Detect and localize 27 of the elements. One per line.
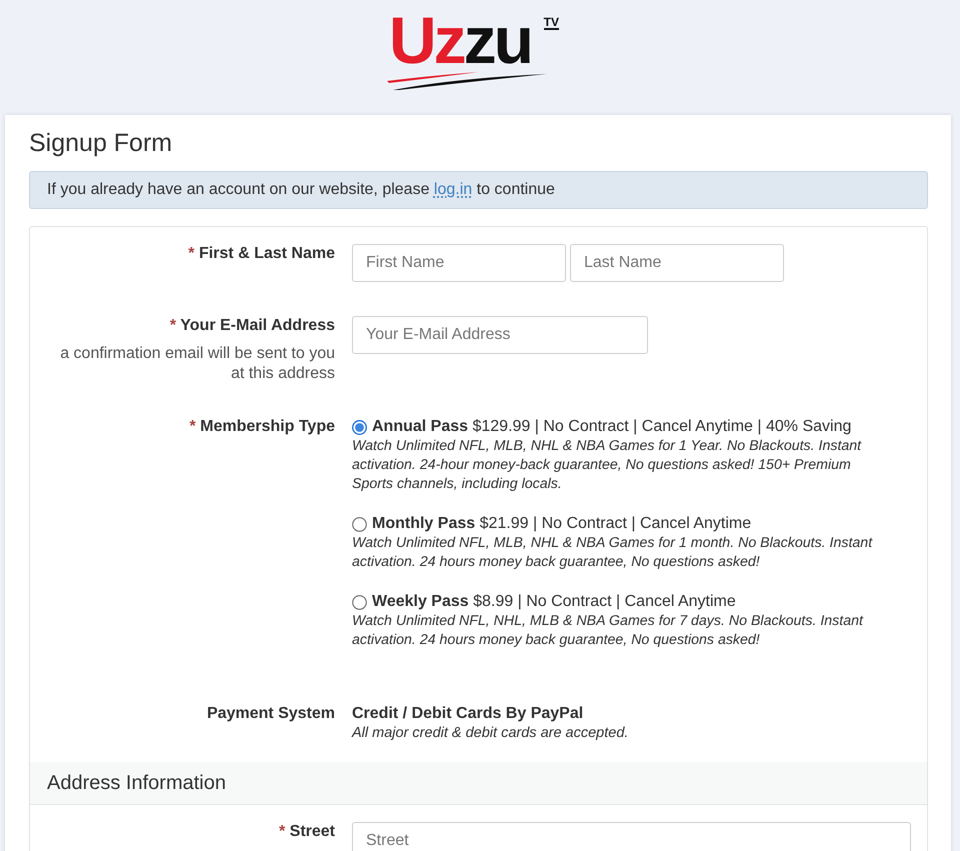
option-label[interactable]: Annual Pass $129.99 | No Contract | Cancel Anytime | 40% Saving — [372, 417, 852, 437]
radio-button[interactable] — [352, 420, 367, 434]
field-value: Credit / Debit Cards By PayPal — [352, 704, 584, 724]
option-description: Watch Unlimited NFL, MLB, NHL & NBA Games for 1 Year. No Blackouts. Instant activation. 24-hour money-back guarantee, No questions asked! 150+ Premium Sports channels, including locals. — [352, 437, 862, 494]
field-label: * First & Last Name — [187, 244, 335, 264]
logo-badge-text: TV — [544, 16, 559, 30]
field-label: * Your E-Mail Address — [168, 316, 335, 336]
radio-button[interactable] — [352, 516, 367, 532]
text-input-field[interactable]: First Name — [352, 244, 566, 282]
logo-wordmark: Uzzu — [389, 10, 531, 70]
text-input-field[interactable]: Your E-Mail Address — [352, 316, 648, 354]
text-input-field[interactable]: Last Name — [570, 244, 784, 282]
page-title: Signup Form — [29, 128, 174, 158]
field-label: * Street — [278, 822, 335, 842]
field-hint: a confirmation email will be sent to you at this address — [59, 344, 335, 383]
option-label[interactable]: Weekly Pass $8.99 | No Contract | Cancel Anytime — [372, 592, 736, 612]
field-label: Payment System — [206, 704, 335, 724]
option-description: Watch Unlimited NFL, MLB, NHL & NBA Games for 1 month. No Blackouts. Instant activation. 24 hours money back guarantee, No questions asked! — [352, 534, 874, 572]
text-input-field[interactable]: Street — [352, 822, 911, 851]
radio-button[interactable] — [352, 594, 367, 610]
field-label: * Membership Type — [188, 417, 335, 437]
swoosh-icon — [387, 72, 547, 90]
option-label[interactable]: Monthly Pass $21.99 | No Contract | Cancel Anytime — [372, 514, 752, 534]
field-note: All major credit & debit cards are accepted. — [352, 724, 630, 743]
section-header: Address Information — [30, 762, 927, 805]
info-alert: If you already have an account on our website, please log.in to continue — [29, 171, 928, 209]
option-description: Watch Unlimited NFL, NHL, MLB & NBA Games for 7 days. No Blackouts. Instant activation. 24 hours money back guarantee, No questions asked! — [352, 612, 864, 650]
